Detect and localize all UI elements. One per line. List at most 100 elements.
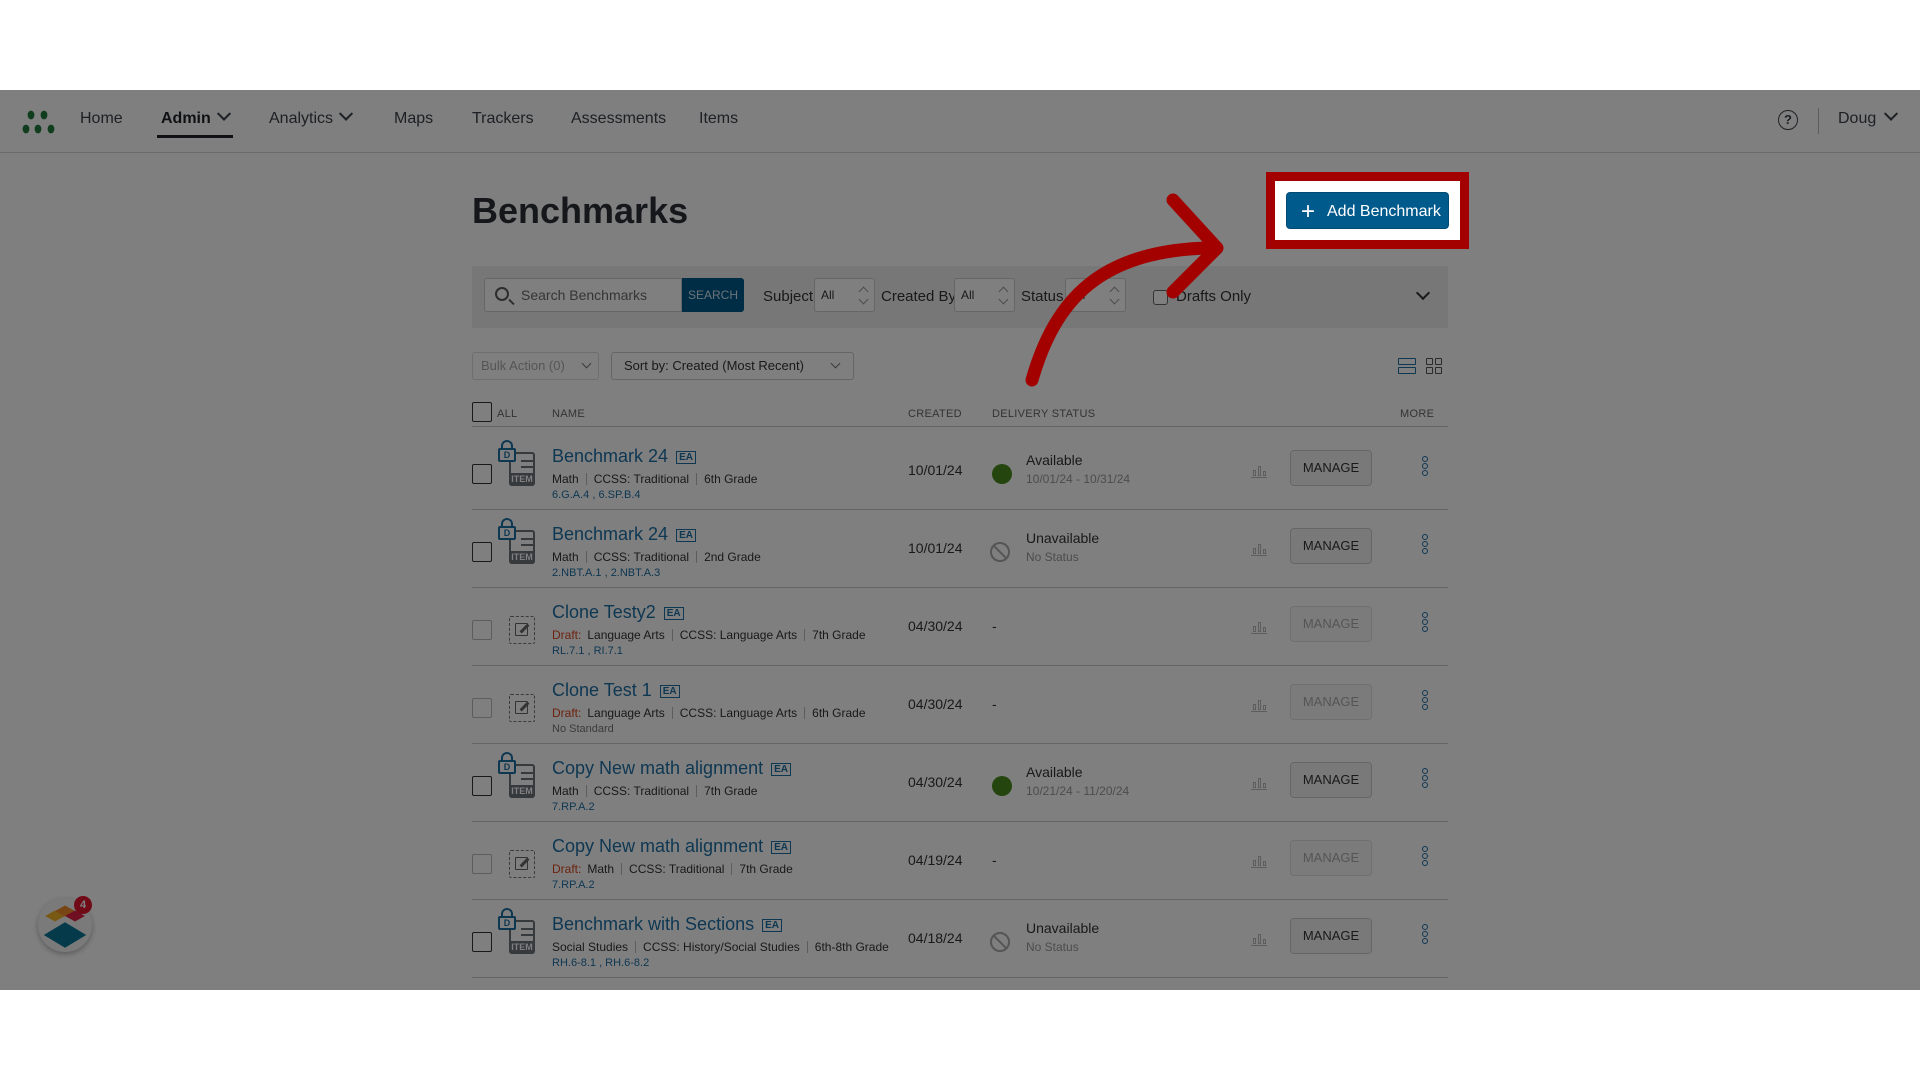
report-chart-icon[interactable] — [1251, 542, 1267, 556]
more-options-icon[interactable] — [1422, 534, 1430, 556]
benchmark-name-link[interactable]: Clone Test 1 EA — [552, 680, 680, 701]
nav-maps[interactable]: Maps — [394, 110, 433, 128]
nav-home[interactable]: Home — [80, 110, 123, 128]
benchmark-name: Clone Test 1 — [552, 680, 652, 700]
standards-list[interactable]: RH.6-8.1 , RH.6-8.2 — [552, 957, 649, 969]
more-options-icon[interactable] — [1422, 690, 1430, 712]
manage-button[interactable]: MANAGE — [1290, 528, 1372, 564]
status-label: Status — [1021, 288, 1064, 305]
more-options-icon[interactable] — [1422, 612, 1430, 634]
benchmark-name-link[interactable]: Copy New math alignment EA — [552, 836, 792, 857]
expand-filters-chevron-icon[interactable] — [1415, 285, 1431, 301]
benchmark-name-link[interactable]: Copy New math alignment EA — [552, 758, 792, 779]
nav-analytics-label: Analytics — [269, 110, 334, 127]
table-row: ITEM D Copy New math alignment EA Math CCS… — [472, 744, 1448, 822]
benchmark-meta: Social Studies CCSS: History/Social Studi… — [552, 940, 889, 954]
grade: 6th-8th Grade — [814, 940, 889, 954]
sort-dropdown[interactable]: Sort by: Created (Most Recent) — [611, 352, 854, 380]
add-benchmark-button[interactable]: + Add Benchmark — [1286, 192, 1449, 229]
draft-edit-icon — [509, 850, 535, 878]
row-checkbox[interactable] — [472, 620, 492, 640]
report-chart-icon[interactable] — [1251, 620, 1267, 634]
nav-analytics[interactable]: Analytics — [269, 106, 354, 128]
grade: 7th Grade — [704, 784, 758, 798]
chevron-down-icon — [216, 106, 231, 121]
available-status-dot-icon — [992, 464, 1012, 484]
table-row: ITEM D Benchmark 24 EA Math CCSS: Traditio… — [472, 510, 1448, 588]
search-button[interactable]: SEARCH — [682, 278, 744, 312]
subject: Language Arts — [587, 628, 665, 642]
benchmark-name-link[interactable]: Clone Testy2 EA — [552, 602, 684, 623]
status-text: Unavailable — [1026, 530, 1100, 546]
drafts-only-label[interactable]: Drafts Only — [1176, 288, 1251, 305]
benchmark-name: Copy New math alignment — [552, 836, 764, 856]
app-window: Home Admin Analytics Maps Trackers Asses… — [0, 90, 1920, 990]
benchmark-name: Benchmark with Sections — [552, 914, 755, 934]
report-chart-icon[interactable] — [1251, 698, 1267, 712]
more-options-icon[interactable] — [1422, 924, 1430, 946]
bulk-action-dropdown[interactable]: Bulk Action (0) — [472, 352, 599, 380]
benchmark-name-link[interactable]: Benchmark 24 EA — [552, 524, 696, 545]
top-nav: Home Admin Analytics Maps Trackers Asses… — [0, 90, 1920, 153]
manage-button[interactable]: MANAGE — [1290, 684, 1372, 720]
sort-label: Sort by: Created (Most Recent) — [624, 358, 804, 373]
grade: 7th Grade — [812, 628, 866, 642]
status-select[interactable]: All — [1065, 278, 1126, 312]
nav-assessments[interactable]: Assessments — [571, 110, 666, 128]
draft-label: Draft: — [552, 706, 582, 720]
drafts-only-checkbox[interactable] — [1153, 290, 1168, 305]
report-chart-icon[interactable] — [1251, 854, 1267, 868]
benchmark-meta: Math CCSS: Traditional 7th Grade — [552, 784, 757, 798]
status-text: Unavailable — [1026, 920, 1100, 936]
row-checkbox[interactable] — [472, 542, 492, 562]
report-chart-icon[interactable] — [1251, 776, 1267, 790]
more-options-icon[interactable] — [1422, 456, 1430, 478]
report-chart-icon[interactable] — [1251, 464, 1267, 478]
row-checkbox[interactable] — [472, 854, 492, 874]
header-more: MORE — [1400, 408, 1435, 420]
report-chart-icon[interactable] — [1251, 932, 1267, 946]
standards-list[interactable]: RL.7.1 , RI.7.1 — [552, 645, 623, 657]
status-text: Available — [1026, 452, 1083, 468]
search-input[interactable]: Search Benchmarks — [484, 278, 682, 312]
select-all-checkbox[interactable] — [472, 402, 492, 422]
benchmark-name-link[interactable]: Benchmark 24 EA — [552, 446, 696, 467]
benchmark-name-link[interactable]: Benchmark with Sections EA — [552, 914, 782, 935]
manage-button[interactable]: MANAGE — [1290, 606, 1372, 642]
standards-list[interactable]: 7.RP.A.2 — [552, 801, 595, 813]
draft-edit-icon — [509, 616, 535, 644]
status-detail: No Status — [1026, 940, 1079, 954]
grid-view-icon[interactable] — [1426, 358, 1444, 376]
nav-items[interactable]: Items — [699, 110, 738, 128]
help-icon[interactable]: ? — [1778, 110, 1798, 130]
chevron-down-icon — [830, 358, 841, 369]
created-date: 04/30/24 — [908, 618, 963, 634]
standards-list[interactable]: 2.NBT.A.1 , 2.NBT.A.3 — [552, 567, 660, 579]
header-created[interactable]: CREATED — [908, 408, 962, 420]
row-checkbox[interactable] — [472, 464, 492, 484]
more-options-icon[interactable] — [1422, 768, 1430, 790]
subject-select[interactable]: All — [814, 278, 875, 312]
more-options-icon[interactable] — [1422, 846, 1430, 868]
row-checkbox[interactable] — [472, 698, 492, 718]
table-row: ITEM D Benchmark 24 EA Math CCSS: Traditio… — [472, 432, 1448, 510]
row-checkbox[interactable] — [472, 776, 492, 796]
user-menu[interactable]: Doug — [1838, 106, 1899, 128]
manage-button[interactable]: MANAGE — [1290, 918, 1372, 954]
ea-badge: EA — [771, 841, 792, 854]
standards-list[interactable]: 6.G.A.4 , 6.SP.B.4 — [552, 489, 640, 501]
standards-list[interactable]: 7.RP.A.2 — [552, 879, 595, 891]
row-checkbox[interactable] — [472, 932, 492, 952]
nav-admin[interactable]: Admin — [161, 106, 231, 128]
created-by-select[interactable]: All — [954, 278, 1015, 312]
status-date-range: 10/01/24 - 10/31/24 — [1026, 472, 1131, 486]
header-delivery-status: DELIVERY STATUS — [992, 408, 1096, 420]
manage-button[interactable]: MANAGE — [1290, 450, 1372, 486]
app-logo-icon[interactable] — [22, 108, 58, 136]
list-view-icon[interactable] — [1398, 358, 1416, 376]
manage-button[interactable]: MANAGE — [1290, 762, 1372, 798]
nav-trackers[interactable]: Trackers — [472, 110, 534, 128]
header-name[interactable]: NAME — [552, 408, 585, 420]
manage-button[interactable]: MANAGE — [1290, 840, 1372, 876]
benchmark-name: Benchmark 24 — [552, 446, 669, 466]
